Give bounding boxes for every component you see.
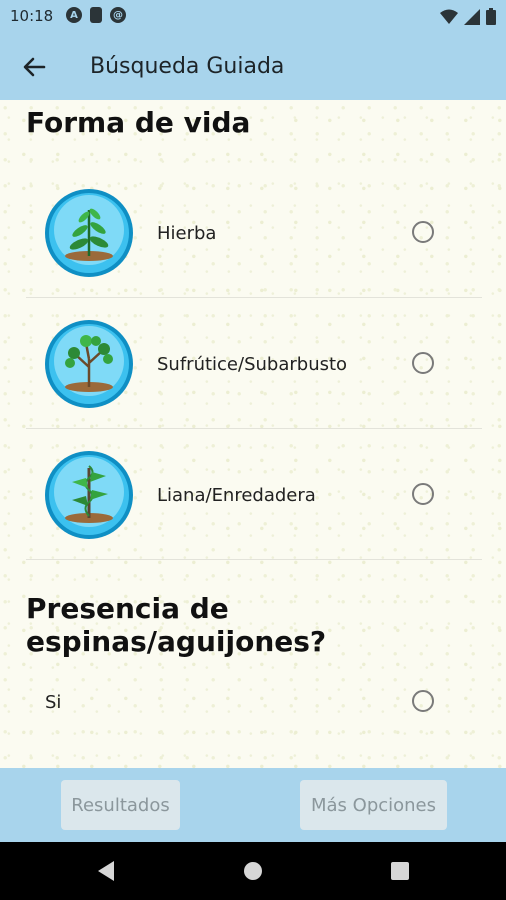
signal-icon (464, 8, 480, 25)
vine-plant-icon (45, 451, 133, 539)
more-options-button[interactable]: Más Opciones (300, 780, 447, 830)
nav-home-icon[interactable] (243, 860, 263, 882)
section-title-forma-de-vida: Forma de vida (26, 106, 251, 139)
results-button[interactable]: Resultados (61, 780, 180, 830)
status-bar: 10:18 A @ (0, 0, 506, 34)
option-liana-enredadera[interactable]: Liana/Enredadera (26, 429, 482, 560)
page-title: Búsqueda Guiada (90, 54, 285, 79)
battery-icon (486, 8, 496, 25)
radio-button[interactable] (412, 690, 434, 712)
herb-plant-icon (45, 189, 133, 277)
app-bar: Búsqueda Guiada (0, 34, 506, 100)
system-navigation-bar (0, 842, 506, 900)
status-system-icons (440, 8, 496, 25)
radio-button[interactable] (412, 221, 434, 243)
wifi-icon (440, 9, 458, 24)
option-hierba[interactable]: Hierba (26, 167, 482, 298)
arrow-left-icon[interactable] (18, 51, 50, 83)
option-label: Liana/Enredadera (157, 485, 316, 506)
option-label: Si (45, 692, 62, 713)
subshrub-plant-icon (45, 320, 133, 408)
nav-recents-icon[interactable] (390, 860, 410, 882)
radio-button[interactable] (412, 483, 434, 505)
content-scroll-area[interactable]: Forma de vida Hierba Sufrútice/Subarbust… (0, 100, 506, 768)
at-icon: @ (110, 7, 126, 23)
a-icon: A (66, 7, 82, 23)
option-si[interactable]: Si (26, 650, 482, 760)
option-sufrutice-subarbusto[interactable]: Sufrútice/Subarbusto (26, 298, 482, 429)
sd-card-icon (90, 7, 102, 23)
bottom-action-bar: Resultados Más Opciones (0, 768, 506, 842)
option-label: Sufrútice/Subarbusto (157, 354, 348, 375)
radio-button[interactable] (412, 352, 434, 374)
section-title-espinas: Presencia de espinas/aguijones? (26, 592, 327, 658)
status-time: 10:18 (10, 7, 54, 25)
option-label: Hierba (157, 223, 217, 244)
nav-back-icon[interactable] (96, 860, 116, 882)
status-notification-icons: A @ (66, 7, 126, 23)
